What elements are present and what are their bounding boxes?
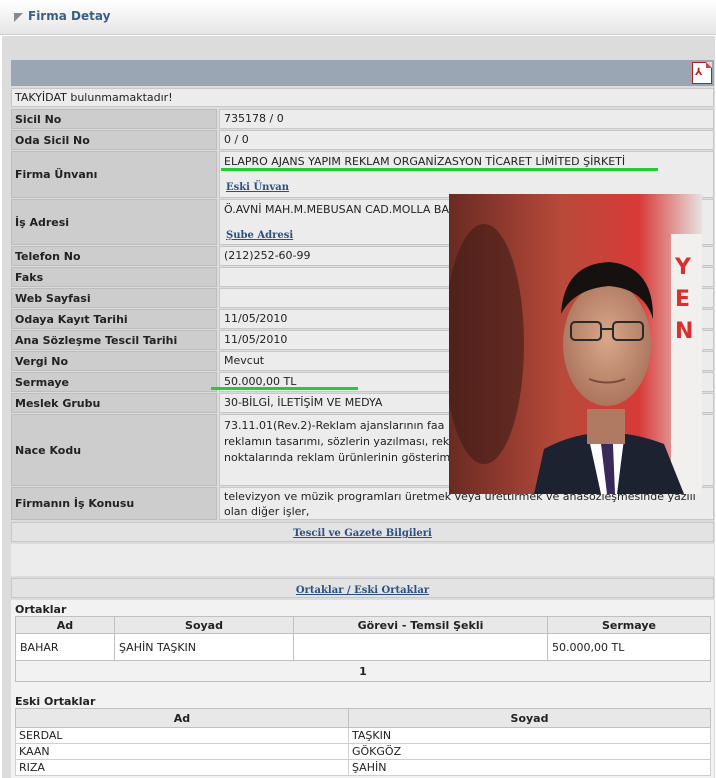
collapse-triangle-icon[interactable]	[14, 13, 23, 22]
overlay-photo: Y E N	[449, 194, 702, 494]
field-label: Firma Ünvanı	[11, 151, 217, 198]
column-header: Sermaye	[547, 616, 711, 634]
partner-soyad: ŞAHİN TAŞKIN	[114, 633, 294, 661]
field-row: Sicil No 735178 / 0	[11, 109, 714, 129]
field-value: 735178 / 0	[219, 109, 714, 129]
tescil-section-body	[11, 544, 714, 576]
partners-title: Ortaklar	[15, 603, 67, 616]
table-header-row: Ad Soyad Görevi - Temsil Şekli Sermaye	[15, 616, 711, 634]
table-row: SERDAL TAŞKIN	[15, 727, 711, 744]
field-row: Firma Ünvanı ELAPRO AJANS YAPIM REKLAM O…	[11, 151, 714, 198]
column-header: Ad	[15, 708, 349, 728]
ortaklar-link[interactable]: Ortaklar / Eski Ortaklar	[296, 585, 429, 596]
partner-sermaye: 50.000,00 TL	[547, 633, 711, 661]
column-header: Soyad	[114, 616, 294, 634]
tescil-section-header: Tescil ve Gazete Bilgileri	[11, 522, 714, 542]
field-value: 0 / 0	[219, 130, 714, 150]
old-title-link[interactable]: Eski Ünvan	[226, 182, 289, 193]
branch-address-link[interactable]: Şube Adresi	[226, 230, 293, 241]
field-label: Ana Sözleşme Tescil Tarihi	[11, 330, 217, 350]
table-row: KAAN GÖKGÖZ	[15, 743, 711, 760]
former-ad: KAAN	[15, 743, 349, 760]
table-row: RIZA ŞAHİN	[15, 759, 711, 776]
field-label: Oda Sicil No	[11, 130, 217, 150]
svg-text:Y: Y	[674, 255, 692, 280]
business-line: olan diğer işler,	[224, 505, 310, 518]
page-title: Firma Detay	[28, 9, 111, 23]
partner-ad: BAHAR	[15, 633, 115, 661]
partners-table: Ad Soyad Görevi - Temsil Şekli Sermaye B…	[15, 616, 711, 682]
former-ad: RIZA	[15, 759, 349, 776]
former-soyad: ŞAHİN	[348, 759, 711, 776]
former-ad: SERDAL	[15, 727, 349, 744]
svg-text:E: E	[675, 287, 690, 312]
column-header: Soyad	[348, 708, 711, 728]
field-label: Telefon No	[11, 246, 217, 266]
former-partners-table: Ad Soyad SERDAL TAŞKIN KAAN GÖKGÖZ RIZA …	[15, 708, 711, 776]
field-label: Faks	[11, 267, 217, 287]
pdf-icon[interactable]: ⅄	[692, 62, 712, 84]
former-partners-title: Eski Ortaklar	[15, 695, 96, 708]
partner-gorev	[293, 633, 548, 661]
tescil-link[interactable]: Tescil ve Gazete Bilgileri	[293, 528, 432, 539]
former-soyad: GÖKGÖZ	[348, 743, 711, 760]
table-header-row: Ad Soyad	[15, 708, 711, 728]
field-label: Firmanın İş Konusu	[11, 487, 217, 520]
field-label: İş Adresi	[11, 199, 217, 245]
highlight-underline	[221, 168, 658, 171]
field-label: Sicil No	[11, 109, 217, 129]
table-row: BAHAR ŞAHİN TAŞKIN 50.000,00 TL	[15, 633, 711, 661]
field-label: Web Sayfasi	[11, 288, 217, 308]
field-label: Meslek Grubu	[11, 393, 217, 413]
highlight-underline	[211, 387, 358, 390]
page-number[interactable]: 1	[15, 660, 711, 682]
field-label: Odaya Kayıt Tarihi	[11, 309, 217, 329]
field-label: Sermaye	[11, 372, 217, 392]
toolbar-bar	[11, 60, 714, 86]
field-label: Vergi No	[11, 351, 217, 371]
column-header: Ad	[15, 616, 115, 634]
company-name: ELAPRO AJANS YAPIM REKLAM ORGANİZASYON T…	[224, 155, 626, 168]
ortaklar-section-header: Ortaklar / Eski Ortaklar	[11, 578, 714, 598]
page-header: Firma Detay	[0, 0, 716, 35]
field-row: Oda Sicil No 0 / 0	[11, 130, 714, 150]
field-label: Nace Kodu	[11, 414, 217, 486]
column-header: Görevi - Temsil Şekli	[293, 616, 548, 634]
takyidat-notice: TAKYİDAT bulunmamaktadır!	[11, 88, 714, 107]
field-value-block: ELAPRO AJANS YAPIM REKLAM ORGANİZASYON T…	[219, 151, 714, 198]
svg-text:N: N	[675, 319, 693, 344]
pagination-row: 1	[15, 660, 711, 682]
former-soyad: TAŞKIN	[348, 727, 711, 744]
